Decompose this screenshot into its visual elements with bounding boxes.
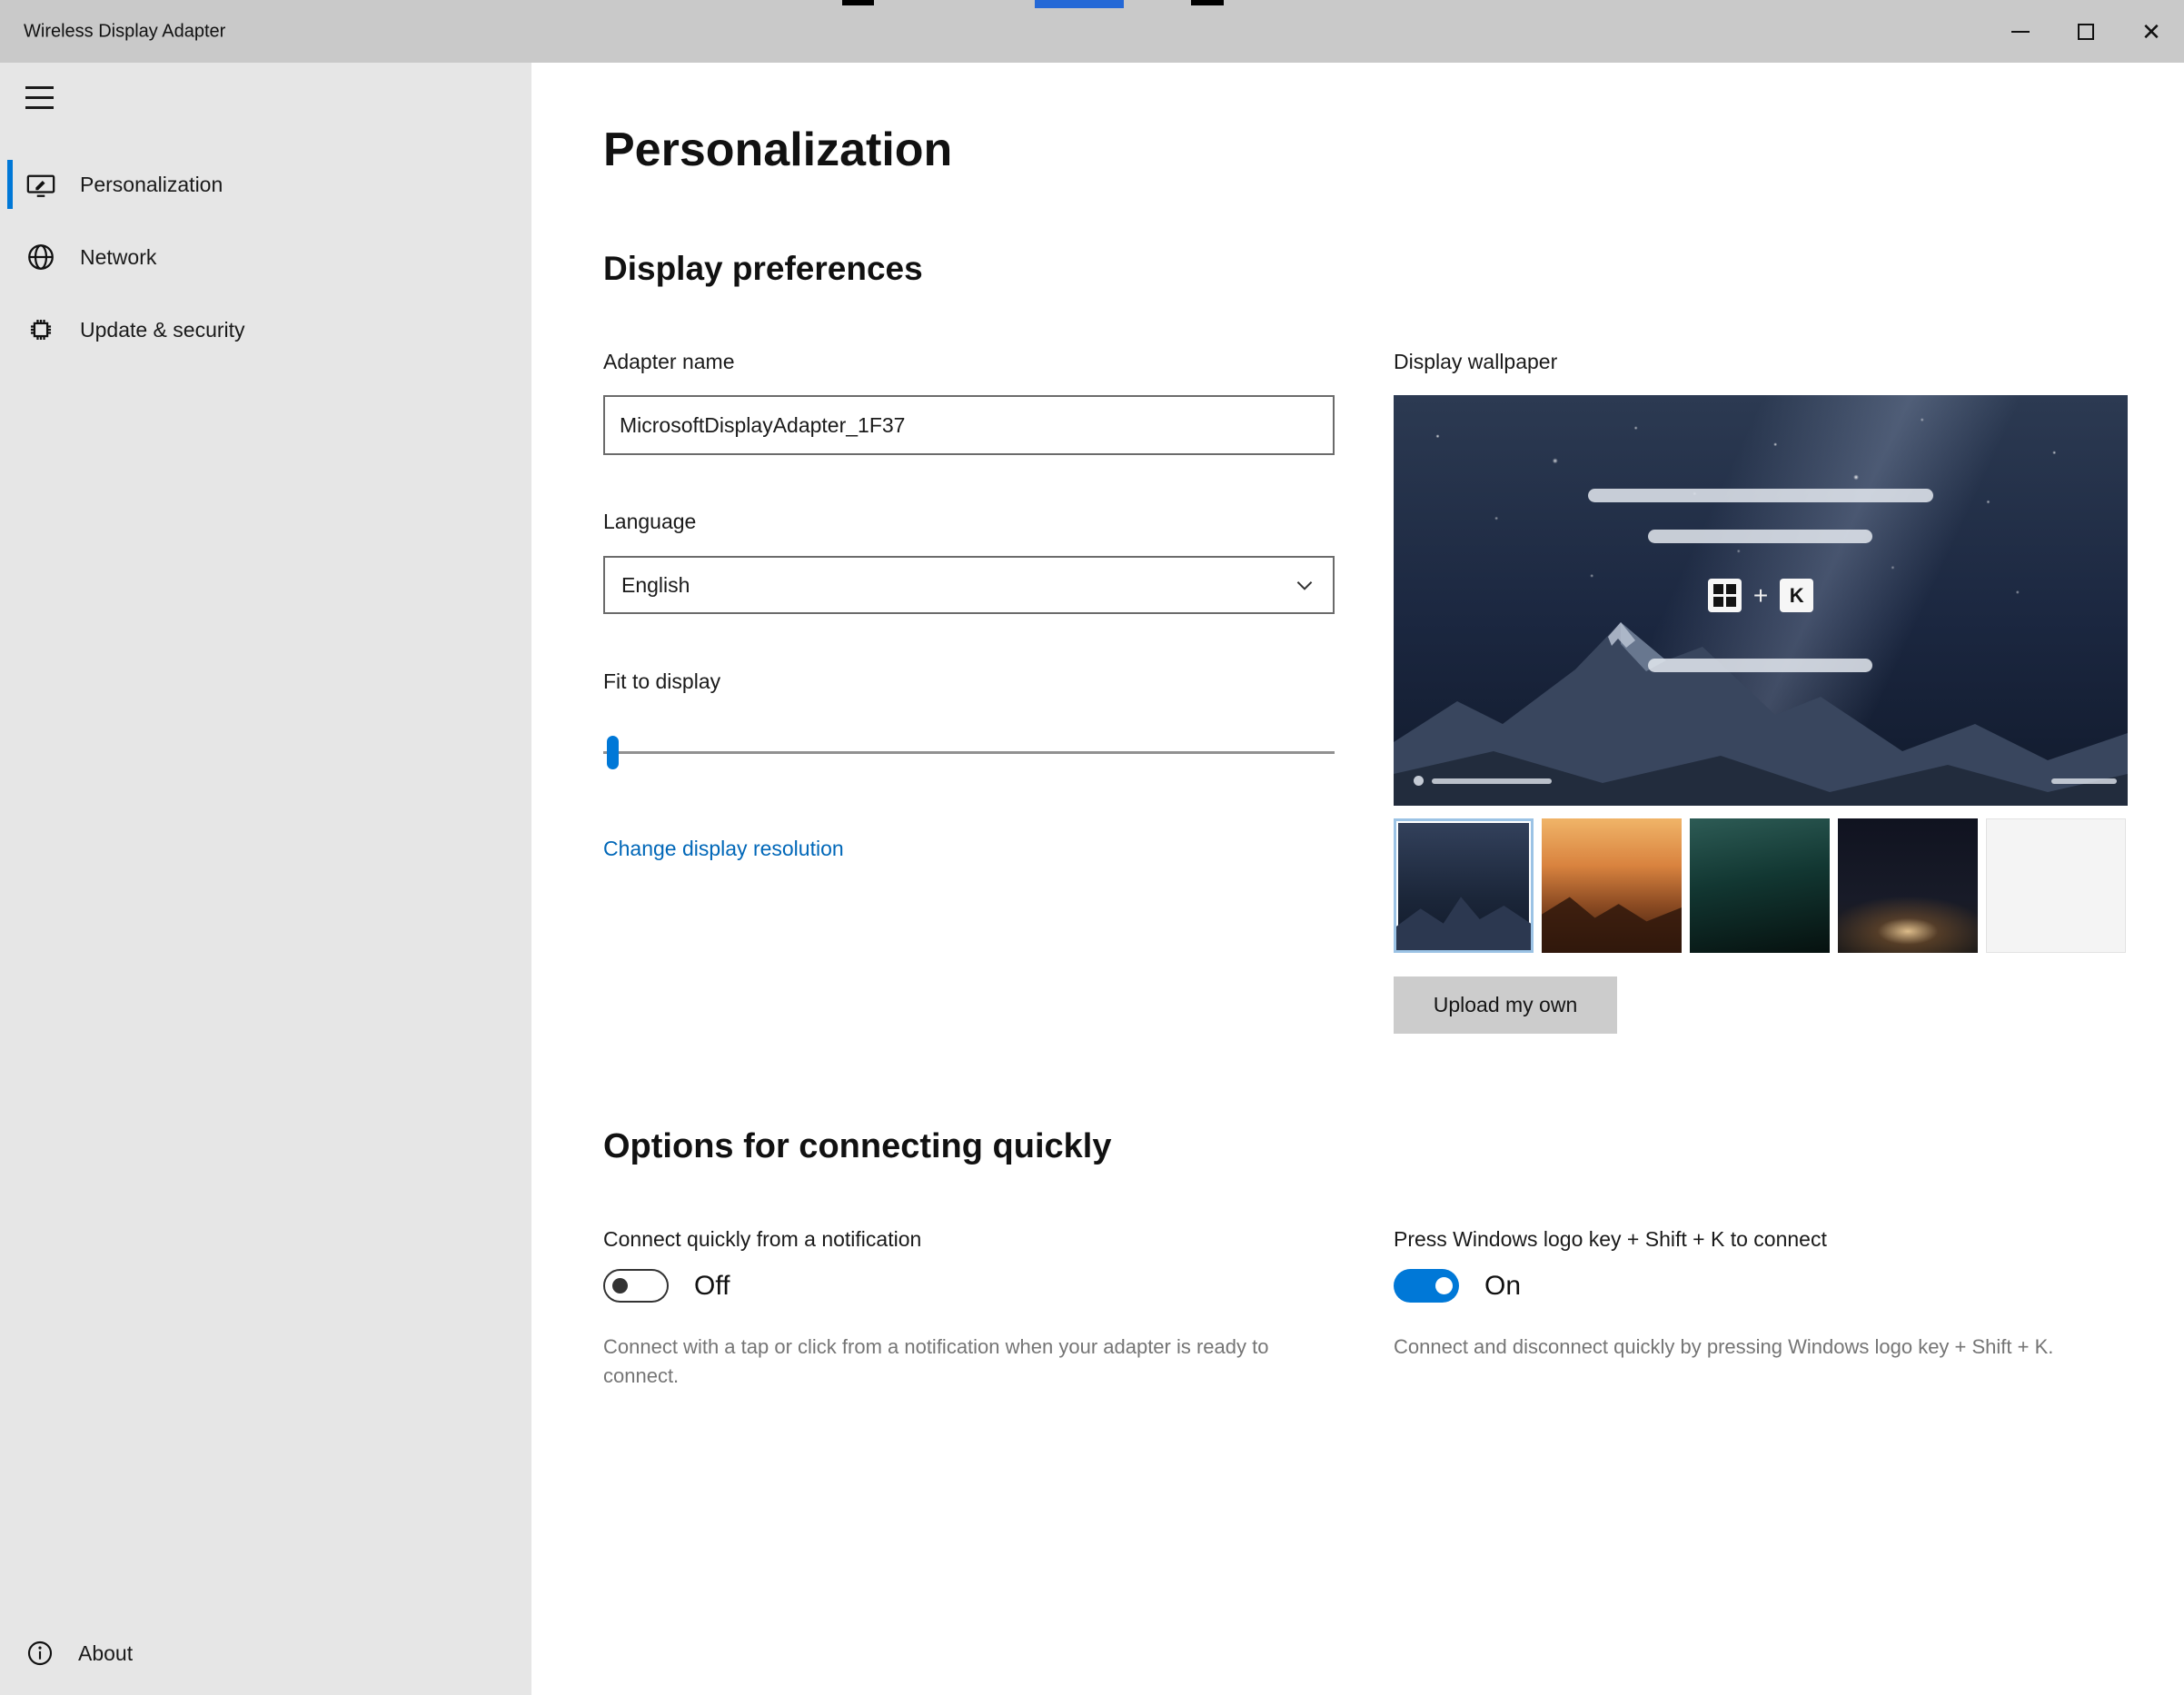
shortcut-keys-graphic: + K (1394, 579, 2128, 612)
maximize-icon (2078, 23, 2094, 40)
hotkey-toggle-row: On (1394, 1269, 1521, 1303)
adapter-name-input[interactable] (603, 395, 1335, 455)
wallpaper-preview: + K (1394, 395, 2128, 806)
sidebar-item-label: Network (80, 244, 157, 269)
close-button[interactable]: ✕ (2119, 0, 2184, 63)
page-title: Personalization (603, 124, 953, 176)
maximize-button[interactable] (2053, 0, 2119, 63)
about-label: About (78, 1640, 134, 1665)
notification-connect-label: Connect quickly from a notification (603, 1227, 922, 1251)
hamburger-menu-button[interactable] (25, 86, 54, 109)
overlay-bullet-dot (1414, 776, 1424, 786)
sidebar: Personalization Network Update & securit… (0, 63, 531, 1695)
screen-artifact-center (1035, 0, 1124, 8)
wallpaper-thumbnail-mountain[interactable] (1394, 818, 1534, 953)
minimize-button[interactable] (1988, 0, 2053, 63)
sidebar-item-about[interactable]: About (25, 1639, 133, 1668)
plus-glyph: + (1752, 580, 1769, 610)
fit-to-display-label: Fit to display (603, 669, 721, 693)
fit-to-display-slider[interactable] (603, 736, 1335, 769)
notification-toggle[interactable] (603, 1269, 669, 1303)
notification-toggle-row: Off (603, 1269, 730, 1303)
overlay-text-bar (1648, 659, 1872, 672)
hotkey-toggle-state: On (1484, 1270, 1522, 1301)
sidebar-item-network[interactable]: Network (0, 226, 531, 288)
language-selected-value: English (621, 572, 690, 597)
info-icon (25, 1639, 55, 1668)
overlay-footer-line (2051, 778, 2117, 784)
screen-artifact-left (842, 0, 874, 5)
sidebar-item-label: Personalization (80, 172, 223, 196)
options-heading: Options for connecting quickly (603, 1127, 1112, 1165)
slider-thumb[interactable] (607, 736, 619, 769)
notification-description: Connect with a tap or click from a notif… (603, 1335, 1269, 1387)
close-icon: ✕ (2141, 17, 2161, 45)
overlay-text-bar (1588, 489, 1933, 502)
hotkey-connect-label: Press Windows logo key + Shift + K to co… (1394, 1227, 1827, 1251)
toggle-knob (1435, 1277, 1453, 1294)
chevron-down-icon (1293, 573, 1316, 597)
chip-icon (25, 314, 56, 345)
wallpaper-thumbnail-ocean[interactable] (1690, 818, 1830, 953)
k-key-icon: K (1780, 579, 1814, 612)
language-dropdown[interactable]: English (603, 556, 1335, 614)
mountains-decoration (1394, 622, 2128, 806)
wallpaper-thumbnail-sunset[interactable] (1542, 818, 1682, 953)
minimize-icon (2011, 30, 2030, 33)
sidebar-item-personalization[interactable]: Personalization (0, 154, 531, 215)
upload-my-own-button[interactable]: Upload my own (1394, 976, 1617, 1034)
hotkey-description: Connect and disconnect quickly by pressi… (1394, 1335, 2054, 1358)
display-wallpaper-label: Display wallpaper (1394, 350, 1558, 373)
personalization-icon (25, 169, 56, 200)
window-controls: ✕ (1988, 0, 2184, 63)
toggle-knob (612, 1278, 628, 1294)
display-preferences-heading: Display preferences (603, 250, 923, 287)
wallpaper-thumbnail-night[interactable] (1838, 818, 1978, 953)
window-title: Wireless Display Adapter (24, 21, 226, 41)
hotkey-toggle[interactable] (1394, 1269, 1459, 1303)
adapter-name-label: Adapter name (603, 350, 735, 373)
notification-toggle-state: Off (694, 1270, 730, 1301)
slider-track[interactable] (603, 751, 1335, 754)
main-content: Personalization Display preferences Adap… (531, 63, 2184, 1695)
windows-key-icon (1707, 579, 1742, 612)
screen-artifact-right (1191, 0, 1224, 5)
titlebar: Wireless Display Adapter ✕ (0, 0, 2184, 63)
language-label: Language (603, 510, 697, 533)
wallpaper-thumbnail-blank[interactable] (1986, 818, 2126, 953)
wallpaper-thumbnails (1394, 818, 2126, 953)
overlay-text-bar (1648, 530, 1872, 543)
change-resolution-link[interactable]: Change display resolution (603, 837, 844, 861)
globe-icon (25, 242, 56, 273)
sidebar-item-label: Update & security (80, 317, 245, 342)
overlay-footer-line (1432, 778, 1552, 784)
sidebar-item-update-security[interactable]: Update & security (0, 299, 531, 361)
sidebar-nav: Personalization Network Update & securit… (0, 154, 531, 372)
